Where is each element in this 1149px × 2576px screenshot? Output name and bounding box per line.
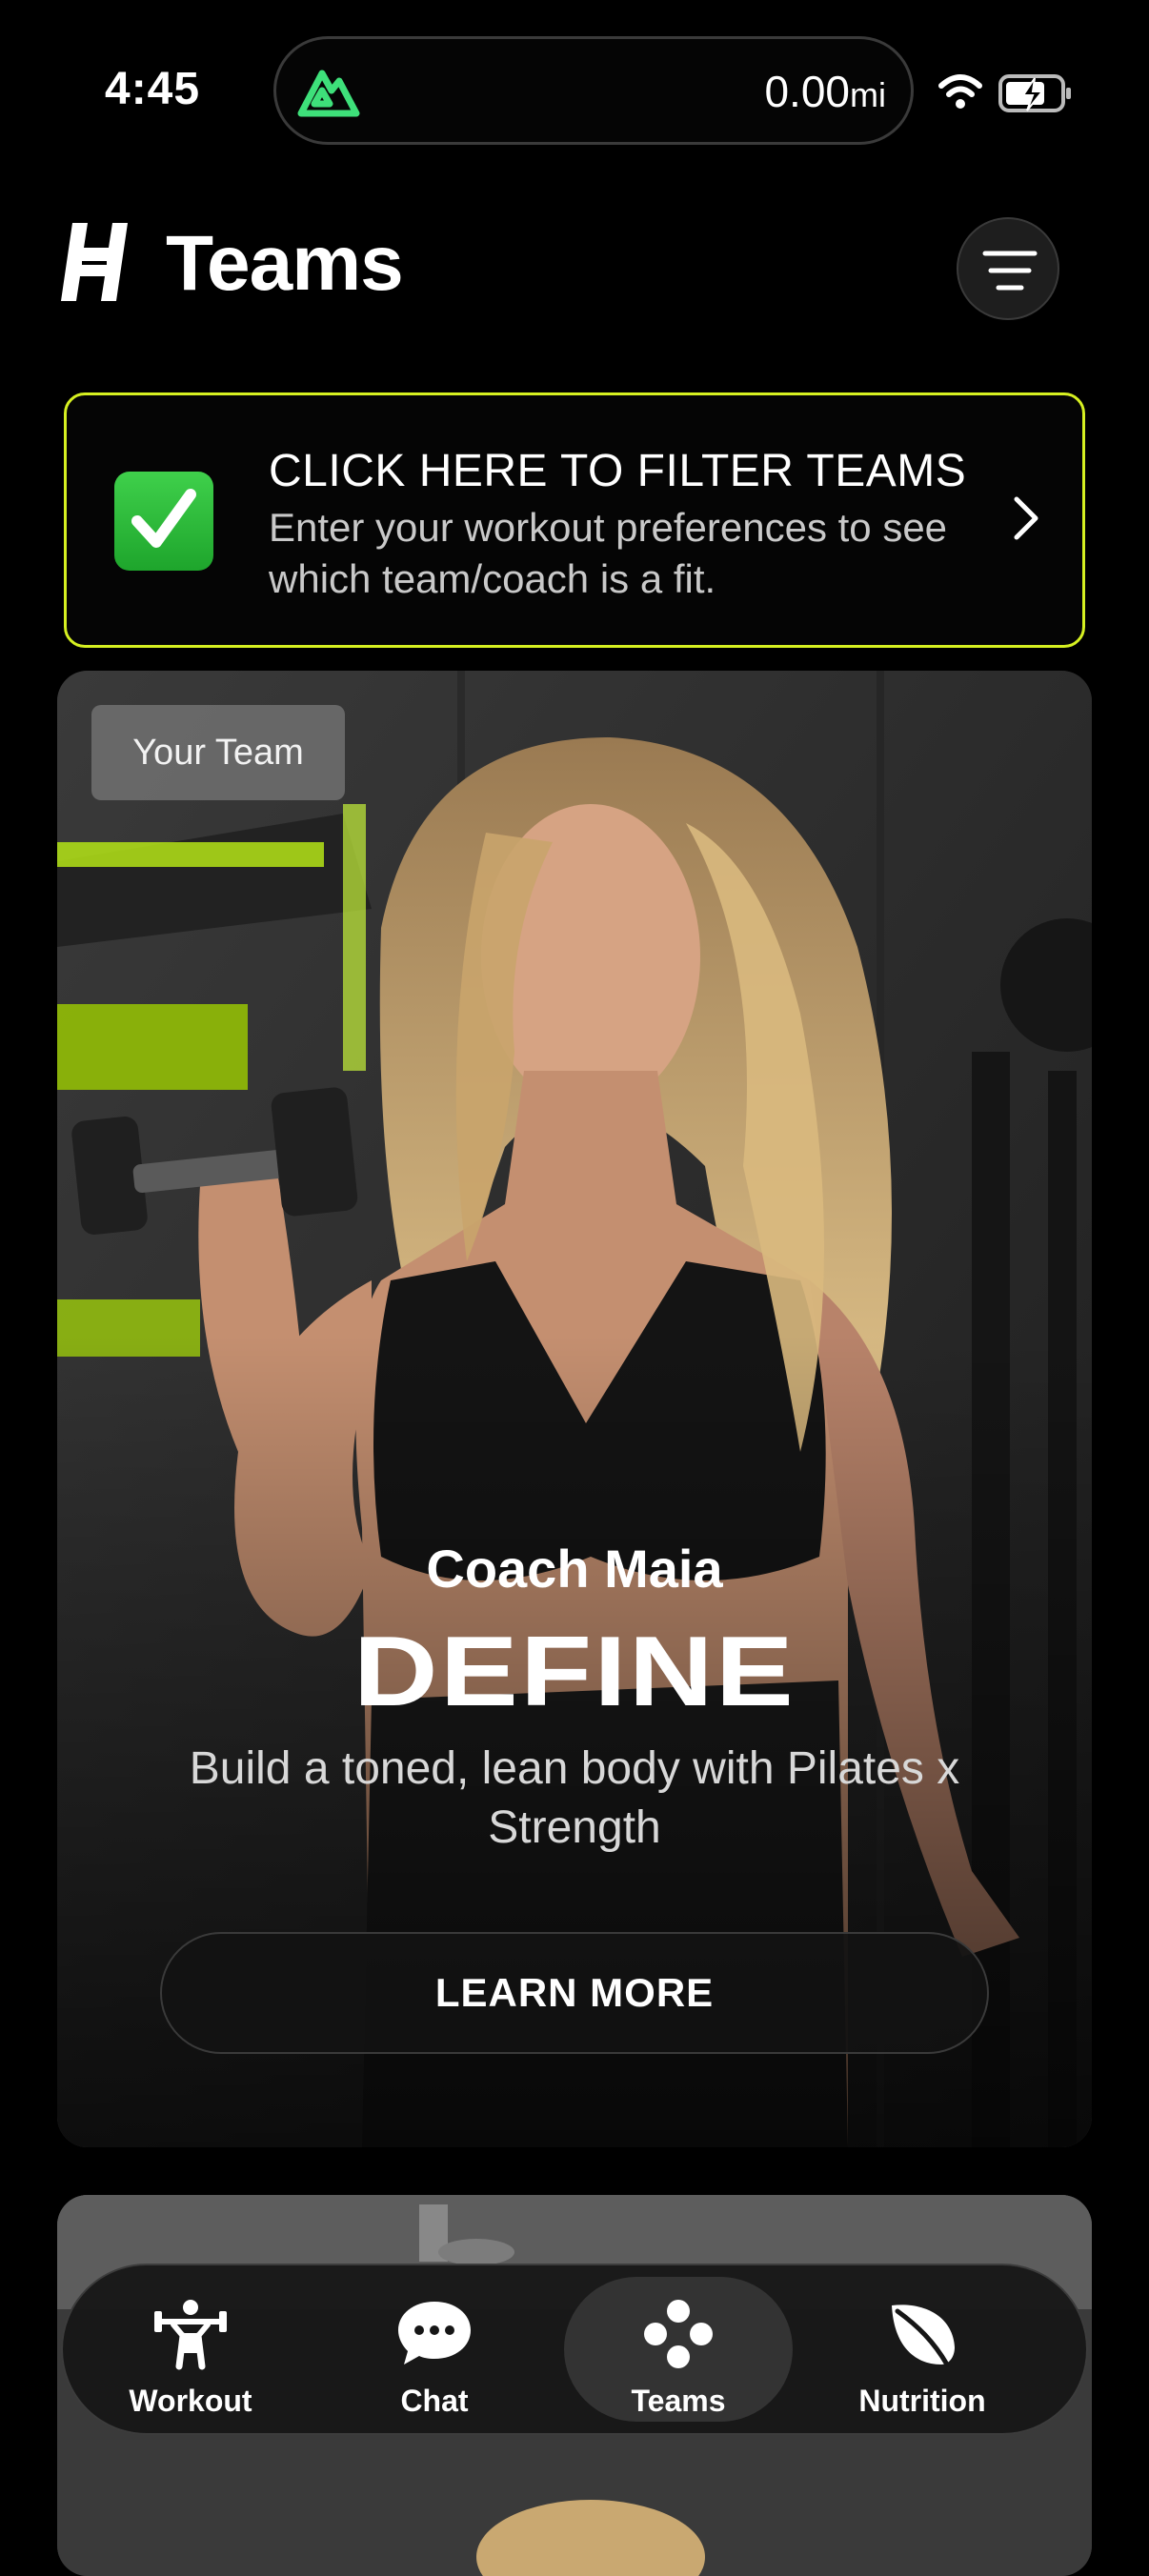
program-name: DEFINE — [353, 1617, 796, 1727]
tab-bar: Workout Chat Teams Nutrition — [61, 2264, 1088, 2435]
tab-chat-label: Chat — [400, 2384, 469, 2418]
brand-logo[interactable] — [55, 223, 133, 301]
learn-more-button[interactable]: LEARN MORE — [160, 1932, 989, 2054]
filter-banner-subtitle: Enter your workout preferences to see wh… — [269, 505, 948, 601]
check-box-icon — [114, 472, 213, 571]
tab-chat[interactable]: Chat — [320, 2277, 549, 2422]
coach-photo — [57, 671, 1092, 2147]
filter-banner-title: CLICK HERE TO FILTER TEAMS — [269, 446, 967, 496]
filter-teams-banner[interactable]: CLICK HERE TO FILTER TEAMS Enter your wo… — [64, 392, 1085, 648]
teams-dots-icon — [644, 2300, 713, 2368]
wifi-icon — [938, 74, 982, 109]
chat-bubble-icon — [398, 2302, 471, 2365]
battery-charging-icon — [998, 74, 1071, 112]
status-bar: 4:45 0.00mi — [0, 0, 1149, 162]
tab-workout[interactable]: Workout — [76, 2277, 305, 2422]
live-activity-pill[interactable]: 0.00mi — [273, 36, 914, 145]
status-time: 4:45 — [105, 64, 201, 114]
page-title: Teams — [166, 220, 404, 307]
tab-nutrition-label: Nutrition — [858, 2384, 986, 2418]
tab-teams-label: Teams — [631, 2384, 726, 2418]
coach-name: Coach Maia — [426, 1539, 723, 1599]
weightlifter-icon — [154, 2300, 227, 2370]
tab-workout-label: Workout — [129, 2384, 252, 2418]
tab-teams[interactable]: Teams — [564, 2277, 793, 2422]
activity-distance-unit: mi — [850, 75, 886, 114]
team-card-define[interactable]: Your Team Coach Maia DEFINE Build a tone… — [57, 671, 1092, 2147]
tab-nutrition[interactable]: Nutrition — [808, 2277, 1037, 2422]
your-team-badge: Your Team — [91, 705, 345, 800]
program-description: Build a toned, lean body with Pilates x … — [189, 1743, 960, 1853]
status-icons — [938, 74, 1071, 112]
leaf-icon — [892, 2304, 955, 2367]
chevron-right-icon — [1014, 496, 1038, 540]
activity-distance: 0.00mi — [764, 66, 886, 117]
filter-menu-button[interactable] — [957, 217, 1059, 320]
activity-distance-value: 0.00 — [764, 67, 850, 116]
filter-lines-icon — [982, 251, 1038, 291]
mountain-icon — [297, 70, 360, 117]
header: Teams — [0, 200, 1149, 333]
